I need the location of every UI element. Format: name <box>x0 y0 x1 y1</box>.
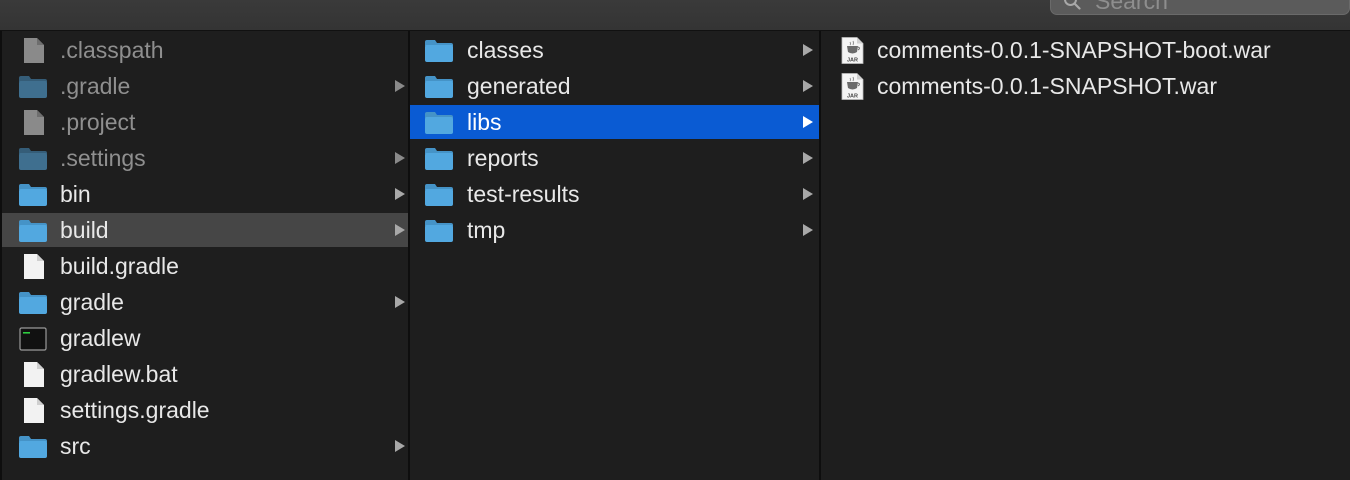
list-item[interactable]: tmp <box>410 213 819 247</box>
list-item[interactable]: settings.gradle <box>2 393 408 427</box>
folder-icon <box>18 217 48 244</box>
list-item[interactable]: bin <box>2 177 408 211</box>
list-item[interactable]: build <box>2 213 408 247</box>
search-placeholder: Search <box>1095 0 1168 14</box>
column-build[interactable]: classes generated libs reports test-results t… <box>410 31 821 480</box>
item-label: bin <box>60 181 91 207</box>
list-item[interactable]: classes <box>410 33 819 67</box>
item-label: settings.gradle <box>60 397 210 423</box>
folder-icon <box>18 289 48 316</box>
list-item[interactable]: build.gradle <box>2 249 408 283</box>
search-icon <box>1064 0 1081 10</box>
item-label: build.gradle <box>60 253 179 279</box>
folder-icon <box>18 181 48 208</box>
disclosure-arrow-icon <box>394 223 406 237</box>
disclosure-arrow-icon <box>802 187 814 201</box>
disclosure-arrow-icon <box>802 151 814 165</box>
document-icon <box>18 361 48 388</box>
folder-icon <box>18 433 48 460</box>
item-label: .classpath <box>60 37 164 63</box>
item-label: src <box>60 433 91 459</box>
item-label: gradle <box>60 289 124 315</box>
document-icon <box>18 37 48 64</box>
search-field[interactable]: Search <box>1050 0 1350 15</box>
list-item[interactable]: JAR comments-0.0.1-SNAPSHOT-boot.war <box>821 33 1350 67</box>
folder-icon <box>18 73 48 100</box>
folder-icon <box>424 181 454 208</box>
disclosure-arrow-icon <box>394 151 406 165</box>
svg-text:JAR: JAR <box>847 58 858 64</box>
svg-text:JAR: JAR <box>847 94 858 100</box>
terminal-icon <box>18 325 48 352</box>
item-label: build <box>60 217 109 243</box>
finder-toolbar: Search <box>0 0 1350 31</box>
list-item[interactable]: src <box>2 429 408 463</box>
disclosure-arrow-icon <box>394 187 406 201</box>
document-icon <box>18 397 48 424</box>
item-label: comments-0.0.1-SNAPSHOT-boot.war <box>877 37 1271 63</box>
item-label: comments-0.0.1-SNAPSHOT.war <box>877 73 1217 99</box>
list-item[interactable]: .settings <box>2 141 408 175</box>
list-item[interactable]: generated <box>410 69 819 103</box>
item-label: tmp <box>467 217 506 243</box>
list-item[interactable]: gradle <box>2 285 408 319</box>
item-label: test-results <box>467 181 580 207</box>
document-icon <box>18 109 48 136</box>
item-label: gradlew.bat <box>60 361 178 387</box>
document-icon <box>18 253 48 280</box>
list-item[interactable]: gradlew.bat <box>2 357 408 391</box>
folder-icon <box>424 109 454 136</box>
disclosure-arrow-icon <box>802 79 814 93</box>
list-item[interactable]: test-results <box>410 177 819 211</box>
item-label: reports <box>467 145 539 171</box>
list-item[interactable]: .gradle <box>2 69 408 103</box>
disclosure-arrow-icon <box>394 79 406 93</box>
item-label: .settings <box>60 145 146 171</box>
item-label: classes <box>467 37 544 63</box>
jar-file-icon: JAR <box>837 73 867 100</box>
folder-icon <box>424 73 454 100</box>
column-libs[interactable]: JAR comments-0.0.1-SNAPSHOT-boot.war JAR co… <box>821 31 1350 480</box>
column-browser: .classpath .gradle .project .settings bin bui… <box>0 31 1350 480</box>
jar-file-icon: JAR <box>837 37 867 64</box>
item-label: gradlew <box>60 325 141 351</box>
list-item[interactable]: .project <box>2 105 408 139</box>
folder-icon <box>424 217 454 244</box>
folder-icon <box>18 145 48 172</box>
list-item[interactable]: reports <box>410 141 819 175</box>
disclosure-arrow-icon <box>802 43 814 57</box>
list-item[interactable]: libs <box>410 105 819 139</box>
item-label: generated <box>467 73 571 99</box>
folder-icon <box>424 37 454 64</box>
item-label: .gradle <box>60 73 131 99</box>
item-label: .project <box>60 109 136 135</box>
disclosure-arrow-icon <box>394 439 406 453</box>
disclosure-arrow-icon <box>394 295 406 309</box>
item-label: libs <box>467 109 502 135</box>
disclosure-arrow-icon <box>802 223 814 237</box>
list-item[interactable]: .classpath <box>2 33 408 67</box>
disclosure-arrow-icon <box>802 115 814 129</box>
list-item[interactable]: gradlew <box>2 321 408 355</box>
list-item[interactable]: JAR comments-0.0.1-SNAPSHOT.war <box>821 69 1350 103</box>
column-project-root[interactable]: .classpath .gradle .project .settings bin bui… <box>0 31 410 480</box>
folder-icon <box>424 145 454 172</box>
